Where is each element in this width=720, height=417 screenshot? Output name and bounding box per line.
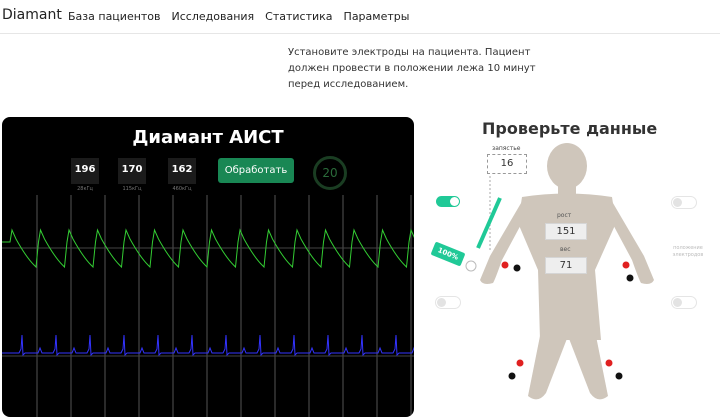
nav-link-settings[interactable]: Параметры — [344, 10, 410, 23]
brand-logo[interactable]: Diamant — [2, 7, 62, 23]
toggle-knob — [437, 298, 446, 307]
lower-waveform — [2, 334, 414, 357]
toggle-right-upper[interactable] — [671, 196, 697, 209]
top-navbar: Diamant База пациентов Исследования Стат… — [0, 0, 720, 34]
toggle-knob — [450, 197, 459, 206]
electrode-left-ankle-red — [516, 359, 524, 367]
timer-ring: 20 — [313, 156, 347, 190]
freq-value-1-unit: 28кГц — [77, 186, 93, 192]
height-input[interactable]: 151 — [545, 223, 587, 240]
toggle-right-lower[interactable] — [671, 296, 697, 309]
monitor-title: Диамант АИСТ — [132, 127, 284, 148]
electrode-left-ankle-black — [508, 372, 516, 380]
electrode-position-label: положение электродов — [672, 245, 704, 258]
plot-grid — [2, 195, 414, 417]
toggle-knob — [673, 198, 682, 207]
height-label: рост — [557, 212, 572, 219]
freq-value-1-number: 196 — [74, 164, 96, 175]
signal-monitor: Диамант АИСТ 196 28кГц 170 115кГц 162 46… — [2, 117, 414, 417]
freq-value-3: 162 460кГц — [168, 158, 196, 192]
freq-value-3-unit: 460кГц — [172, 186, 192, 192]
electrode-right-ankle-red — [605, 359, 613, 367]
nav-link-patients[interactable]: База пациентов — [68, 10, 161, 23]
freq-value-1: 196 28кГц — [71, 158, 99, 192]
toggle-left-lower[interactable] — [435, 296, 461, 309]
toggle-left-upper[interactable] — [436, 196, 460, 207]
nav-link-studies[interactable]: Исследования — [172, 10, 255, 23]
percent-indicator-bar — [476, 197, 502, 249]
electrode-right-ankle-black — [615, 372, 623, 380]
nav-link-statistics[interactable]: Статистика — [265, 10, 332, 23]
ecg-plot — [2, 195, 414, 417]
freq-value-2-number: 170 — [121, 164, 143, 175]
toggle-knob — [673, 298, 682, 307]
electrode-right-wrist-red — [622, 261, 630, 269]
wrist-label: запястье — [492, 145, 521, 152]
electrode-left-wrist-red — [501, 261, 509, 269]
check-title: Проверьте данные — [482, 119, 658, 138]
instruction-text: Установите электроды на пациента. Пациен… — [288, 47, 536, 90]
weight-input[interactable]: 71 — [545, 257, 587, 274]
nav-links: База пациентов Исследования Статистика П… — [68, 10, 409, 23]
electrode-left-wrist-black — [513, 264, 521, 272]
freq-value-2-unit: 115кГц — [122, 186, 142, 192]
process-button[interactable]: Обработать — [218, 158, 294, 183]
body-figure — [465, 143, 654, 400]
wrist-slider-handle[interactable] — [465, 260, 477, 272]
wrist-input[interactable]: 16 — [487, 154, 527, 174]
freq-value-2: 170 115кГц — [118, 158, 146, 192]
electrode-right-wrist-black — [626, 274, 634, 282]
freq-value-3-number: 162 — [171, 164, 193, 175]
weight-label: вес — [560, 246, 571, 253]
